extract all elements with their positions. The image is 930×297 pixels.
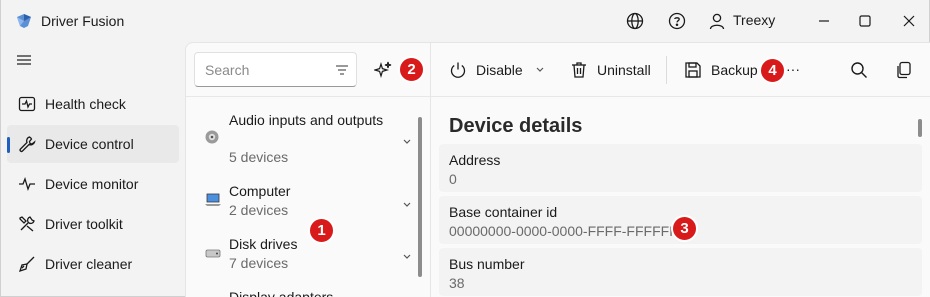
sidebar-item-label: Device control: [45, 136, 134, 152]
user-icon[interactable]: [706, 10, 728, 32]
sparkle-icon[interactable]: [372, 59, 394, 81]
disk-drive-icon: [204, 245, 222, 263]
backup-button[interactable]: Backup: [683, 57, 758, 83]
user-name[interactable]: Treexy: [733, 12, 775, 28]
callout-badge-2: 2: [398, 56, 425, 83]
details-scrollbar[interactable]: [918, 119, 922, 137]
sidebar-item-label: Device monitor: [45, 176, 139, 192]
category-name: Audio inputs and outputs: [229, 112, 384, 128]
app-window: Driver Fusion Treexy Health check Device…: [0, 0, 930, 297]
app-logo-icon: [15, 12, 33, 30]
detail-label: Address: [449, 152, 501, 168]
category-count: 5 devices: [229, 149, 289, 165]
heart-pulse-icon: [17, 94, 37, 114]
detail-row-bus-number: Bus number 38: [439, 248, 922, 296]
filter-icon[interactable]: [334, 62, 350, 78]
sidebar-item-label: Driver toolkit: [45, 216, 123, 232]
detail-label: Base container id: [449, 204, 558, 220]
speaker-icon: [204, 129, 222, 147]
pulse-icon: [17, 174, 37, 194]
computer-icon: [204, 192, 222, 210]
globe-icon[interactable]: [624, 10, 646, 32]
power-icon: [448, 60, 468, 80]
column-divider: [430, 43, 431, 297]
wrench-icon: [17, 134, 37, 154]
tools-icon: [17, 214, 37, 234]
category-count: 7 devices: [229, 255, 289, 271]
hamburger-menu-icon[interactable]: [13, 50, 35, 70]
detail-label: Bus number: [449, 256, 525, 272]
chevron-down-icon[interactable]: [401, 249, 413, 259]
uninstall-button[interactable]: Uninstall: [569, 57, 651, 83]
title-bar: Driver Fusion Treexy: [1, 0, 930, 42]
sidebar-item-device-monitor[interactable]: Device monitor: [7, 165, 179, 203]
backup-label: Backup: [711, 62, 758, 78]
toolbar-separator: [666, 56, 667, 84]
maximize-button[interactable]: [850, 7, 880, 35]
copy-icon[interactable]: [893, 59, 915, 81]
callout-badge-3: 3: [671, 215, 698, 242]
search-box[interactable]: [194, 52, 357, 87]
chevron-down-icon[interactable]: [401, 134, 413, 144]
generic-icon: [17, 291, 37, 297]
app-title: Driver Fusion: [41, 13, 125, 29]
category-count: 2 devices: [229, 202, 289, 218]
category-name: Computer: [229, 183, 291, 199]
callout-badge-4: 4: [759, 57, 786, 84]
details-title: Device details: [449, 115, 583, 137]
save-icon: [683, 60, 703, 80]
sidebar-item-driver-cleaner[interactable]: Driver cleaner: [7, 245, 179, 283]
more-options-button[interactable]: ···: [786, 61, 806, 77]
list-scrollbar[interactable]: [418, 117, 422, 277]
uninstall-label: Uninstall: [597, 62, 651, 78]
toolbar-divider: [186, 96, 930, 97]
chevron-down-icon[interactable]: [534, 62, 546, 76]
search-icon[interactable]: [848, 59, 870, 81]
search-input[interactable]: [205, 61, 325, 79]
disable-label: Disable: [476, 62, 523, 78]
content-panel: 2 Disable Uninstall: [185, 42, 930, 297]
sidebar-item-driver-toolkit[interactable]: Driver toolkit: [7, 205, 179, 243]
detail-value: 38: [449, 275, 465, 291]
minimize-button[interactable]: [809, 7, 839, 35]
sidebar-item-partial[interactable]: [7, 285, 179, 297]
sidebar-item-device-control[interactable]: Device control: [7, 125, 179, 163]
broom-icon: [17, 254, 37, 274]
sidebar-item-health-check[interactable]: Health check: [7, 85, 179, 123]
disable-button[interactable]: Disable: [448, 57, 523, 83]
sidebar-item-label: Health check: [45, 96, 126, 112]
active-indicator: [7, 137, 10, 153]
detail-row-address: Address 0: [439, 144, 922, 192]
callout-badge-1: 1: [308, 217, 335, 244]
trash-icon: [569, 60, 589, 80]
help-icon[interactable]: [666, 10, 688, 32]
sidebar-item-label: Driver cleaner: [45, 256, 133, 272]
category-name: Disk drives: [229, 236, 298, 252]
category-name: Display adapters: [229, 289, 334, 297]
chevron-down-icon[interactable]: [401, 197, 413, 207]
close-button[interactable]: [894, 7, 924, 35]
detail-value: 00000000-0000-0000-FFFF-FFFFFFFF: [449, 223, 695, 239]
detail-value: 0: [449, 171, 457, 187]
